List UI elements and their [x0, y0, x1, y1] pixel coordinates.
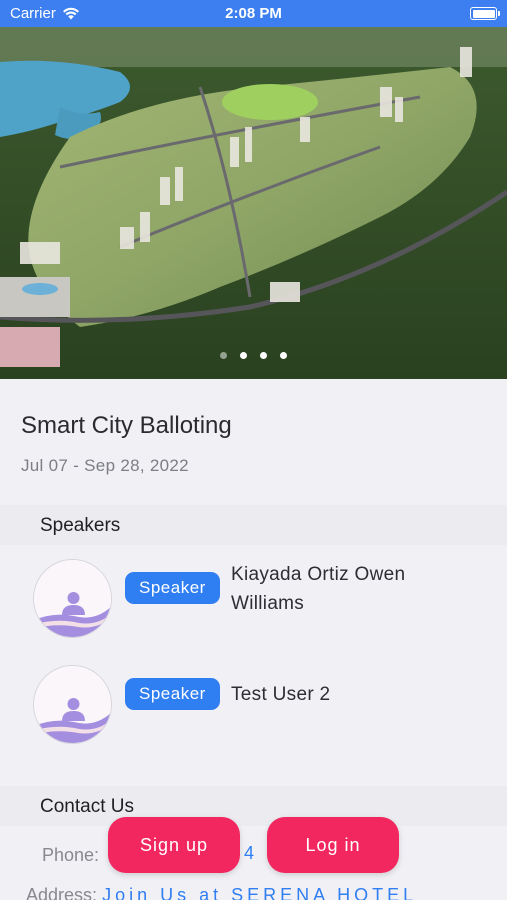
carousel-dot[interactable] — [260, 352, 267, 359]
battery-icon — [470, 7, 500, 20]
user-placeholder-icon — [34, 560, 111, 637]
carrier-label: Carrier — [10, 5, 56, 22]
phone-label: Phone: — [42, 845, 100, 865]
speaker-role-badge: Speaker — [125, 678, 220, 710]
city-aerial-image — [0, 27, 507, 379]
speaker-name: Test User 2 — [231, 684, 331, 705]
hero-image-carousel[interactable] — [0, 27, 507, 379]
event-title: Smart City Balloting — [21, 412, 232, 439]
speaker-avatar — [33, 559, 112, 638]
carousel-dot[interactable] — [280, 352, 287, 359]
log-in-button[interactable]: Log in — [267, 817, 399, 873]
speaker-role-badge: Speaker — [125, 572, 220, 604]
sign-up-button[interactable]: Sign up — [108, 817, 240, 873]
carousel-page-indicator[interactable] — [0, 352, 507, 359]
carrier-group: Carrier — [10, 5, 80, 22]
contact-phone: Phone: — [42, 845, 99, 866]
wifi-icon — [62, 7, 79, 20]
speakers-section-title: Speakers — [40, 515, 121, 536]
address-value[interactable]: Join Us at SERENA HOTEL — [102, 885, 417, 900]
status-bar: Carrier 2:08 PM — [0, 0, 507, 27]
carousel-dot[interactable] — [220, 352, 227, 359]
address-label: Address: — [26, 885, 98, 900]
carousel-dot[interactable] — [240, 352, 247, 359]
event-dates: Jul 07 - Sep 28, 2022 — [21, 456, 189, 475]
speaker-name: Kiayada Ortiz Owen Williams — [231, 564, 406, 614]
user-placeholder-icon — [34, 666, 111, 743]
speaker-avatar — [33, 665, 112, 744]
contact-address: Address: Join Us at SERENA HOTEL — [26, 885, 417, 900]
contact-section-title: Contact Us — [40, 796, 134, 817]
